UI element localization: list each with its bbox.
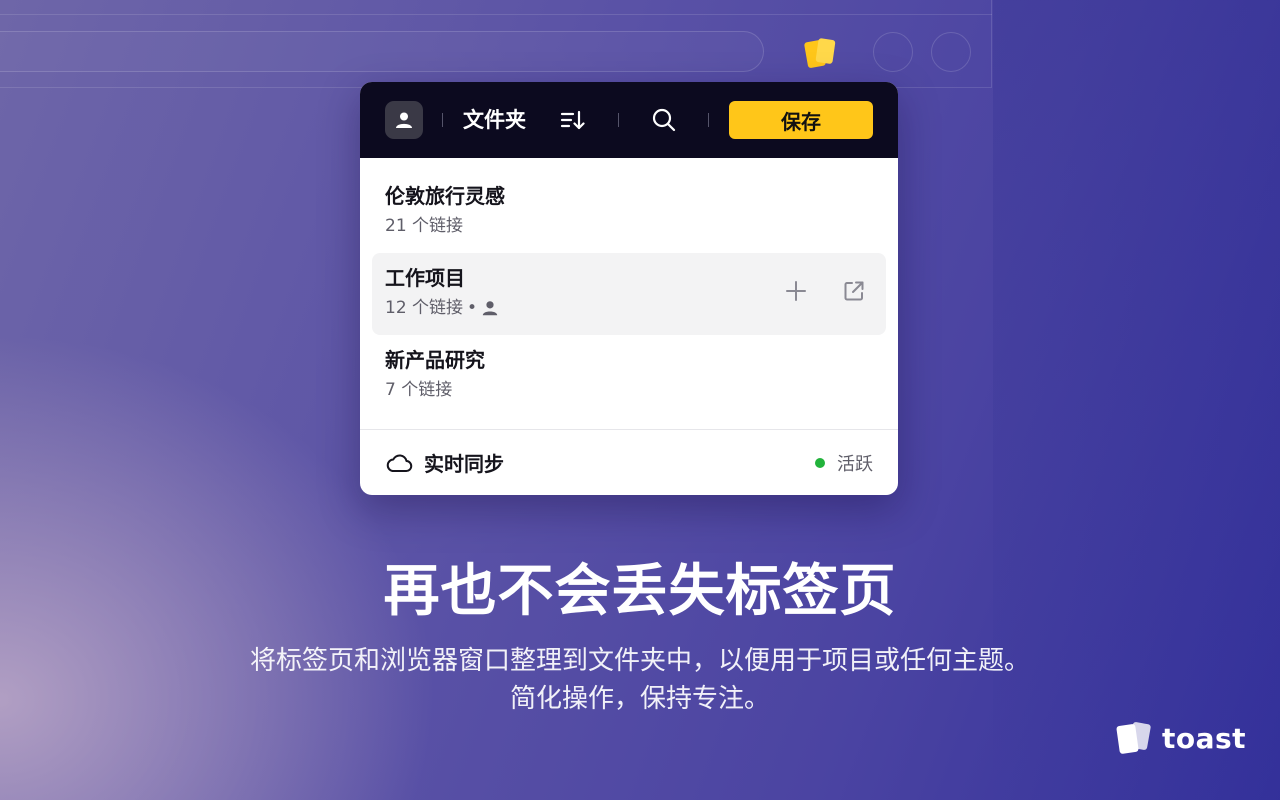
account-button[interactable] — [385, 101, 423, 139]
user-icon — [396, 112, 412, 128]
hero-subline-line-2: 简化操作，保持专注。 — [509, 684, 770, 714]
tab-strip-divider — [0, 14, 992, 15]
save-button[interactable]: 保存 — [729, 101, 873, 139]
popup-toolbar: 文件夹 保存 — [360, 82, 898, 158]
add-tab-button[interactable] — [784, 279, 808, 303]
toast-extension-icon[interactable] — [803, 36, 837, 70]
folder-link-count: 21 个链接 — [385, 216, 464, 236]
folder-list: 伦敦旅行灵感 21 个链接 工作项目 12 个链接 • 新产品研究 7 个链接 — [372, 171, 886, 417]
folder-name: 伦敦旅行灵感 — [385, 184, 505, 208]
search-icon — [652, 108, 676, 132]
browser-menu-button[interactable] — [931, 32, 971, 72]
open-folder-button[interactable] — [842, 279, 866, 303]
sync-status: 活跃 — [815, 450, 873, 476]
brand-name: toast — [1162, 721, 1247, 755]
hero-headline: 再也不会丢失标签页 — [383, 559, 897, 624]
address-bar[interactable] — [0, 31, 764, 72]
toolbar-divider — [708, 113, 709, 127]
folder-link-count: 7 个链接 — [385, 380, 453, 400]
sort-button[interactable] — [559, 106, 587, 134]
folder-link-count: 12 个链接 — [385, 298, 464, 318]
brand-mark: toast — [1115, 719, 1246, 757]
toast-popup: 文件夹 保存 伦敦旅行灵感 21 个链接 工作项目 12 个链接 • 新产品研究… — [360, 82, 898, 495]
meta-separator: • — [467, 298, 478, 318]
folder-item-actions — [784, 279, 866, 303]
hero-subline-line-1: 将标签页和浏览器窗口整理到文件夹中，以便用于项目或任何主题。 — [249, 646, 1030, 676]
sync-footer: 实时同步 活跃 — [360, 429, 898, 495]
cloud-icon — [385, 452, 413, 474]
status-label: 活跃 — [837, 453, 873, 475]
shared-user-icon — [482, 301, 498, 316]
search-button[interactable] — [649, 106, 679, 134]
folder-name: 新产品研究 — [385, 348, 485, 372]
external-link-icon — [844, 281, 864, 301]
browser-chrome — [0, 0, 992, 88]
toolbar-divider — [618, 113, 619, 127]
folder-item[interactable]: 工作项目 12 个链接 • — [372, 253, 886, 335]
status-dot — [815, 457, 825, 468]
sync-label: 实时同步 — [424, 452, 504, 476]
folder-item[interactable]: 伦敦旅行灵感 21 个链接 — [372, 171, 886, 253]
plus-icon — [786, 281, 806, 301]
toast-logo-icon — [1116, 722, 1151, 754]
sort-icon — [560, 110, 585, 130]
browser-profile-button[interactable] — [873, 32, 913, 72]
folder-menu-title[interactable]: 文件夹 — [463, 104, 526, 136]
toolbar-divider — [442, 113, 443, 127]
hero-subline: 将标签页和浏览器窗口整理到文件夹中，以便用于项目或任何主题。 简化操作，保持专注… — [0, 642, 1280, 718]
folder-item[interactable]: 新产品研究 7 个链接 — [372, 335, 886, 417]
